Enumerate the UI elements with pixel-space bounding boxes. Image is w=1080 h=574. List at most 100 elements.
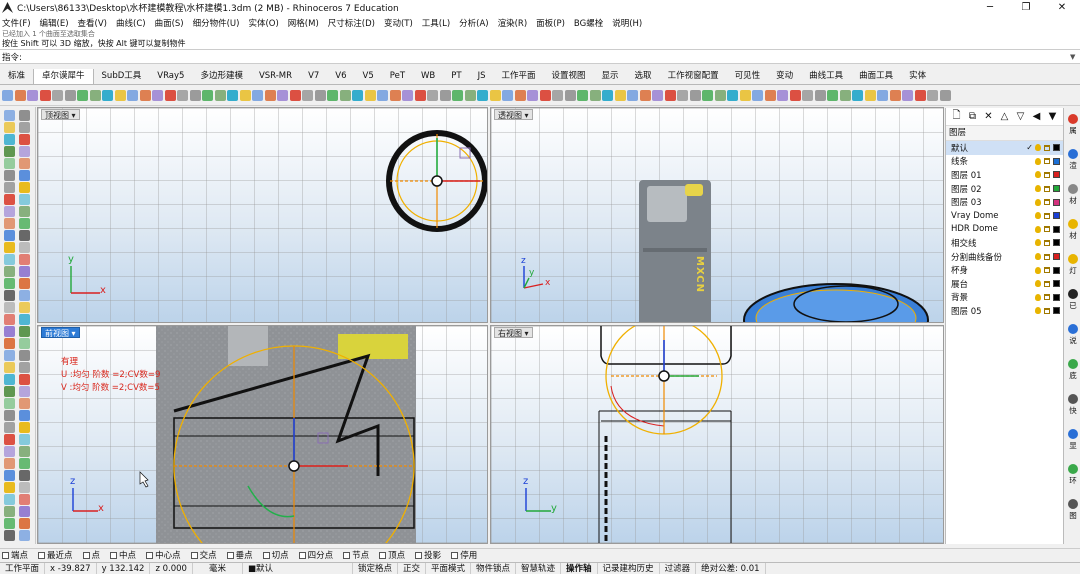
left-tool-icon[interactable] — [4, 266, 15, 277]
visibility-bulb-icon[interactable] — [1035, 253, 1041, 261]
left-tool-icon[interactable] — [19, 506, 30, 517]
osnap-option[interactable]: 交点 — [190, 549, 222, 561]
layer-color-swatch[interactable] — [1053, 212, 1060, 220]
menu-item[interactable]: 分析(A) — [459, 17, 488, 29]
layer-color-swatch[interactable] — [1053, 144, 1060, 152]
left-tool-icon[interactable] — [4, 398, 15, 409]
toolbar-tool-icon[interactable] — [364, 90, 376, 101]
tab[interactable]: PT — [443, 69, 469, 84]
tab[interactable]: 选取 — [627, 69, 660, 84]
layer-row[interactable]: HDR Dome — [946, 223, 1063, 237]
toolbar-tool-icon[interactable] — [277, 90, 288, 101]
layer-row[interactable]: 图层 05 — [946, 304, 1063, 318]
toolbar-tool-icon[interactable] — [152, 90, 163, 101]
toolbar-tool-icon[interactable] — [164, 90, 176, 101]
toolbar-tool-icon[interactable] — [289, 90, 301, 101]
checkbox-icon[interactable] — [190, 551, 198, 559]
side-panel-tab[interactable]: 材 — [1066, 184, 1080, 206]
left-tool-icon[interactable] — [19, 242, 30, 253]
tab[interactable]: 标准 — [0, 69, 33, 84]
left-tool-icon[interactable] — [19, 458, 30, 469]
side-panel-tab[interactable]: 环 — [1066, 464, 1080, 486]
status-toggle[interactable]: 物件锁点 — [471, 563, 517, 574]
layer-color-swatch[interactable] — [1053, 198, 1060, 206]
toolbar-tool-icon[interactable] — [302, 90, 313, 101]
visibility-bulb-icon[interactable] — [1035, 266, 1041, 274]
left-tool-icon[interactable] — [4, 230, 15, 241]
status-layer[interactable]: ■默认 — [243, 563, 353, 574]
left-tool-icon[interactable] — [4, 146, 15, 157]
command-input[interactable] — [23, 52, 1070, 61]
toolbar-tool-icon[interactable] — [652, 90, 663, 101]
toolbar-tool-icon[interactable] — [539, 90, 551, 101]
lock-icon[interactable] — [1044, 239, 1050, 246]
menu-item[interactable]: 实体(O) — [248, 17, 278, 29]
tab[interactable]: VRay5 — [149, 69, 192, 84]
toolbar-tool-icon[interactable] — [702, 90, 713, 101]
left-tool-icon[interactable] — [4, 518, 15, 529]
viewport-label-right[interactable]: 右视图 ▾ — [494, 327, 533, 338]
left-tool-icon[interactable] — [19, 146, 30, 157]
toolbar-tool-icon[interactable] — [564, 90, 576, 101]
checkbox-icon[interactable] — [38, 551, 46, 559]
lock-icon[interactable] — [1044, 185, 1050, 192]
toolbar-tool-icon[interactable] — [764, 90, 776, 101]
checkbox-icon[interactable] — [2, 551, 9, 559]
osnap-option[interactable]: 端点 — [2, 549, 33, 561]
toolbar-tool-icon[interactable] — [902, 90, 913, 101]
menu-item[interactable]: 尺寸标注(D) — [328, 17, 375, 29]
lock-icon[interactable] — [1044, 307, 1050, 314]
tab[interactable]: 曲面工具 — [851, 69, 901, 84]
tab[interactable]: 曲线工具 — [801, 69, 851, 84]
left-tool-icon[interactable] — [19, 278, 30, 289]
left-tool-icon[interactable] — [4, 422, 15, 433]
layer-color-swatch[interactable] — [1053, 185, 1060, 193]
toolbar-tool-icon[interactable] — [202, 90, 213, 101]
menu-item[interactable]: 面板(P) — [536, 17, 565, 29]
tab[interactable]: V7 — [300, 69, 327, 84]
toolbar-tool-icon[interactable] — [439, 90, 451, 101]
left-tool-icon[interactable] — [4, 194, 15, 205]
toolbar-tool-icon[interactable] — [752, 90, 763, 101]
side-panel-tab[interactable]: 渲 — [1066, 149, 1080, 171]
toolbar-tool-icon[interactable] — [914, 90, 926, 101]
lock-icon[interactable] — [1044, 212, 1050, 219]
left-tool-icon[interactable] — [4, 314, 15, 325]
left-tool-icon[interactable] — [19, 110, 30, 121]
left-tool-icon[interactable] — [4, 122, 15, 133]
layer-row[interactable]: 线条 — [946, 155, 1063, 169]
visibility-bulb-icon[interactable] — [1035, 171, 1041, 179]
toolbar-tool-icon[interactable] — [339, 90, 351, 101]
left-tool-icon[interactable] — [4, 482, 15, 493]
toolbar-tool-icon[interactable] — [489, 90, 501, 101]
menu-item[interactable]: 编辑(E) — [40, 17, 69, 29]
layer-color-swatch[interactable] — [1053, 280, 1060, 288]
left-tool-icon[interactable] — [19, 410, 30, 421]
toolbar-tool-icon[interactable] — [777, 90, 788, 101]
status-toggle[interactable]: 正交 — [398, 563, 426, 574]
layer-row[interactable]: 图层 03 — [946, 195, 1063, 209]
left-tool-icon[interactable] — [19, 122, 30, 133]
left-tool-icon[interactable] — [4, 218, 15, 229]
visibility-bulb-icon[interactable] — [1035, 280, 1041, 288]
left-tool-icon[interactable] — [19, 194, 30, 205]
toolbar-tool-icon[interactable] — [227, 90, 238, 101]
osnap-option[interactable]: 垂点 — [226, 549, 258, 561]
toolbar-tool-icon[interactable] — [127, 90, 138, 101]
left-tool-icon[interactable] — [4, 326, 15, 337]
left-tool-icon[interactable] — [4, 350, 15, 361]
menu-item[interactable]: 变动(T) — [384, 17, 413, 29]
toolbar-tool-icon[interactable] — [264, 90, 276, 101]
viewport-top[interactable]: 顶视图 ▾ y x — [37, 107, 488, 323]
toolbar-tool-icon[interactable] — [27, 90, 38, 101]
toolbar-tool-icon[interactable] — [239, 90, 251, 101]
left-tool-icon[interactable] — [19, 398, 30, 409]
status-toggle[interactable]: 锁定格点 — [353, 563, 398, 574]
layer-row[interactable]: 展台 — [946, 277, 1063, 291]
visibility-bulb-icon[interactable] — [1035, 307, 1041, 315]
left-tool-icon[interactable] — [4, 158, 15, 169]
visibility-bulb-icon[interactable] — [1035, 239, 1041, 247]
toolbar-tool-icon[interactable] — [52, 90, 63, 101]
toolbar-tool-icon[interactable] — [602, 90, 613, 101]
toolbar-tool-icon[interactable] — [39, 90, 51, 101]
